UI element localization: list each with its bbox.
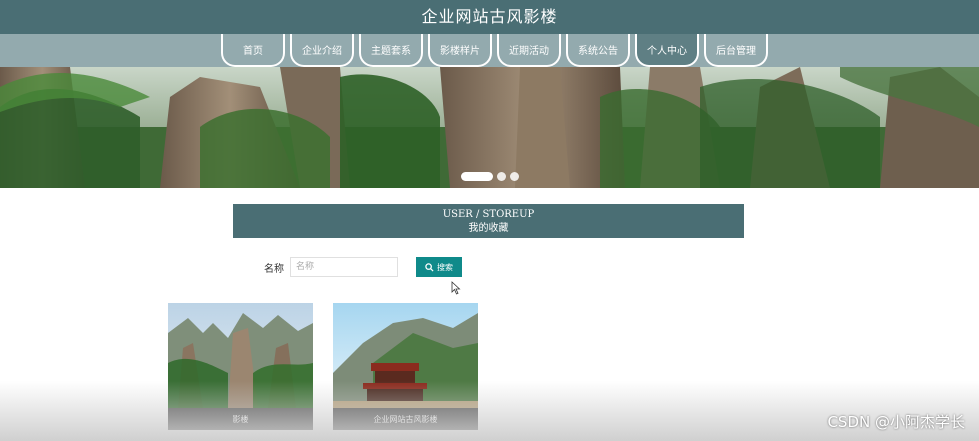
nav-item-personal-center[interactable]: 个人中心 (635, 34, 699, 67)
favorite-card[interactable]: 企业网站古风影楼 (333, 303, 478, 430)
site-title: 企业网站古风影楼 (421, 7, 558, 26)
favorite-thumbnail (168, 303, 313, 408)
mouse-pointer-icon (451, 281, 461, 295)
nav-item-announcements[interactable]: 系统公告 (566, 34, 630, 67)
search-icon (425, 262, 434, 272)
nav-item-theme-packages[interactable]: 主题套系 (359, 34, 423, 67)
nav-item-home[interactable]: 首页 (221, 34, 285, 67)
search-bar: 名称 搜索 (264, 257, 462, 277)
carousel-dots (461, 172, 519, 181)
nav-item-label: 主题套系 (371, 46, 411, 57)
main-nav: 首页 企业介绍 主题套系 影楼样片 近期活动 系统公告 个人中心 后台管理 (0, 34, 979, 67)
search-button-label: 搜索 (437, 262, 453, 272)
nav-item-recent-events[interactable]: 近期活动 (497, 34, 561, 67)
nav-item-label: 个人中心 (647, 46, 687, 57)
favorites-list: 影楼 企业网站古风影楼 (168, 303, 478, 430)
search-label: 名称 (264, 263, 284, 275)
nav-item-label: 首页 (243, 46, 263, 57)
favorite-name: 影楼 (168, 408, 313, 430)
carousel-dot[interactable] (497, 172, 506, 181)
carousel-dot[interactable] (510, 172, 519, 181)
favorite-thumbnail (333, 303, 478, 408)
nav-item-label: 近期活动 (509, 46, 549, 57)
section-title-zh: 我的收藏 (468, 223, 509, 234)
banner-carousel[interactable] (0, 67, 979, 188)
nav-item-label: 影楼样片 (440, 46, 480, 57)
nav-item-label: 企业介绍 (302, 46, 342, 57)
banner-image (0, 67, 979, 188)
search-input[interactable] (290, 257, 398, 277)
section-title-en: USER / STOREUP (442, 209, 535, 220)
nav-item-label: 系统公告 (578, 46, 618, 57)
search-button[interactable]: 搜索 (416, 257, 462, 277)
nav-item-studio-samples[interactable]: 影楼样片 (428, 34, 492, 67)
nav-item-company-intro[interactable]: 企业介绍 (290, 34, 354, 67)
section-header: USER / STOREUP 我的收藏 (233, 204, 744, 238)
watermark: CSDN @小阿杰学长 (827, 413, 965, 431)
favorite-name: 企业网站古风影楼 (333, 408, 478, 430)
nav-item-admin[interactable]: 后台管理 (704, 34, 768, 67)
favorite-card[interactable]: 影楼 (168, 303, 313, 430)
nav-item-label: 后台管理 (716, 46, 756, 57)
site-title-bar: 企业网站古风影楼 (0, 0, 979, 34)
carousel-dot[interactable] (461, 172, 493, 181)
